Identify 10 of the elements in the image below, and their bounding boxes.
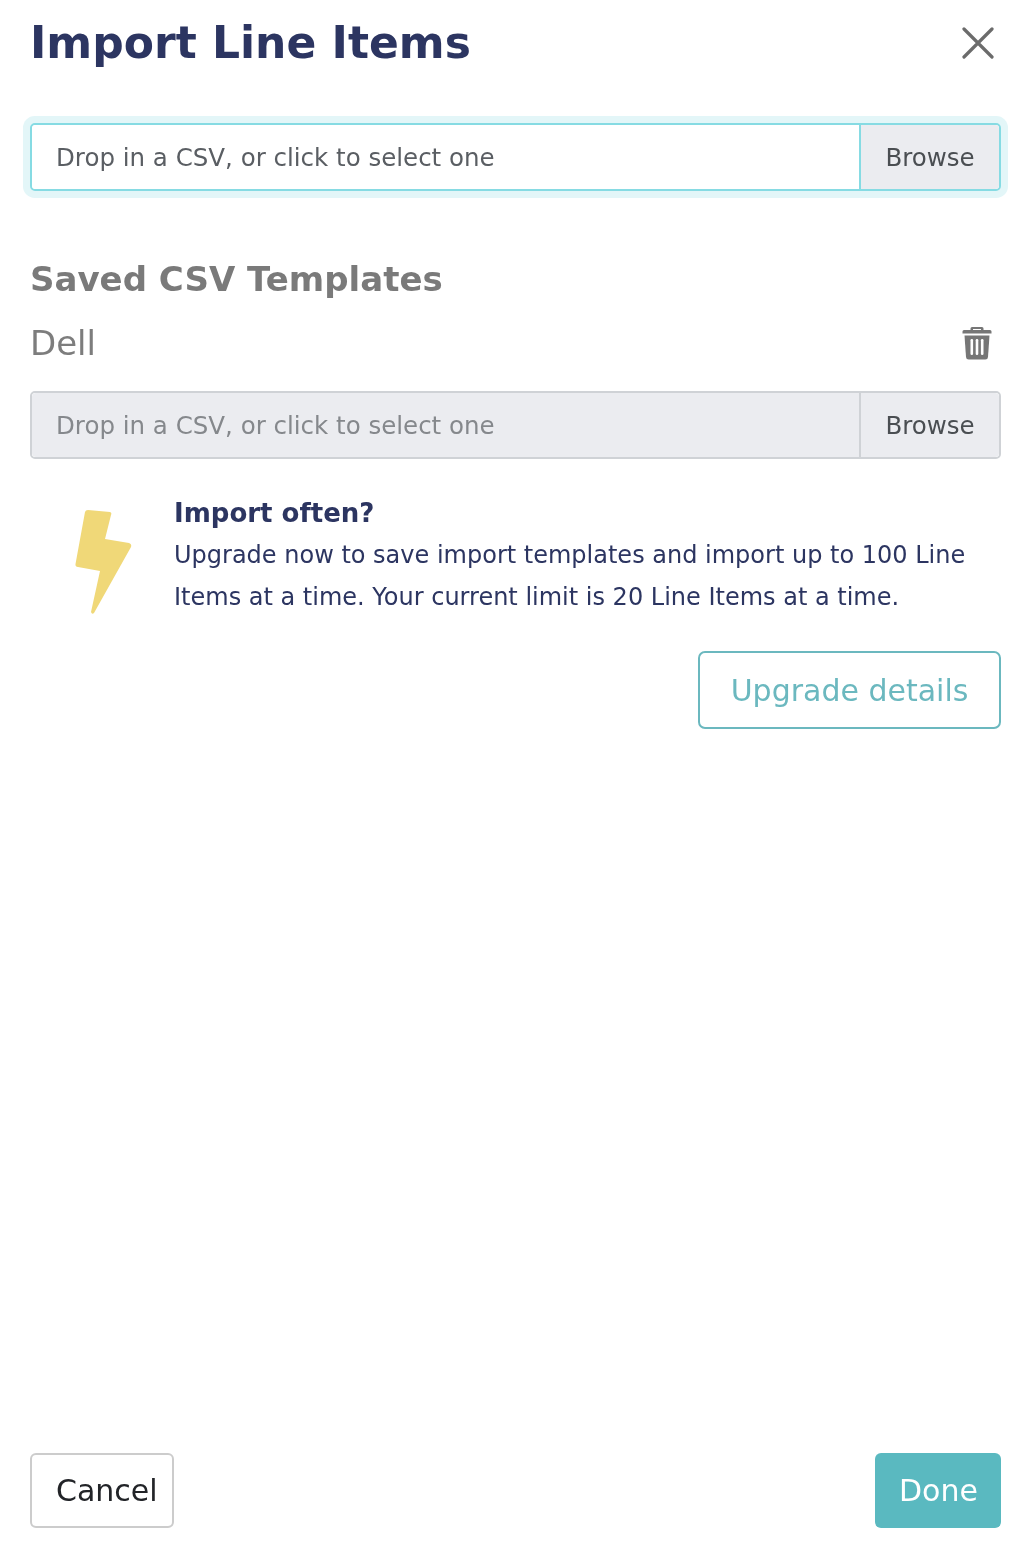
template-name: Dell [30, 322, 96, 365]
notice-heading: Import often? [174, 497, 376, 530]
lightning-icon [74, 509, 132, 615]
close-icon[interactable] [962, 27, 994, 59]
browse-button[interactable]: Browse [859, 125, 999, 189]
section-heading: Saved CSV Templates [30, 258, 444, 301]
dialog-title: Import Line Items [30, 16, 471, 70]
cancel-button[interactable]: Cancel [30, 1453, 174, 1528]
trash-icon[interactable] [962, 326, 992, 360]
notice-text: Upgrade now to save import templates and import up to 100 Line Items at a time. Your current limit is 20 Line Items at a time. [174, 540, 967, 613]
